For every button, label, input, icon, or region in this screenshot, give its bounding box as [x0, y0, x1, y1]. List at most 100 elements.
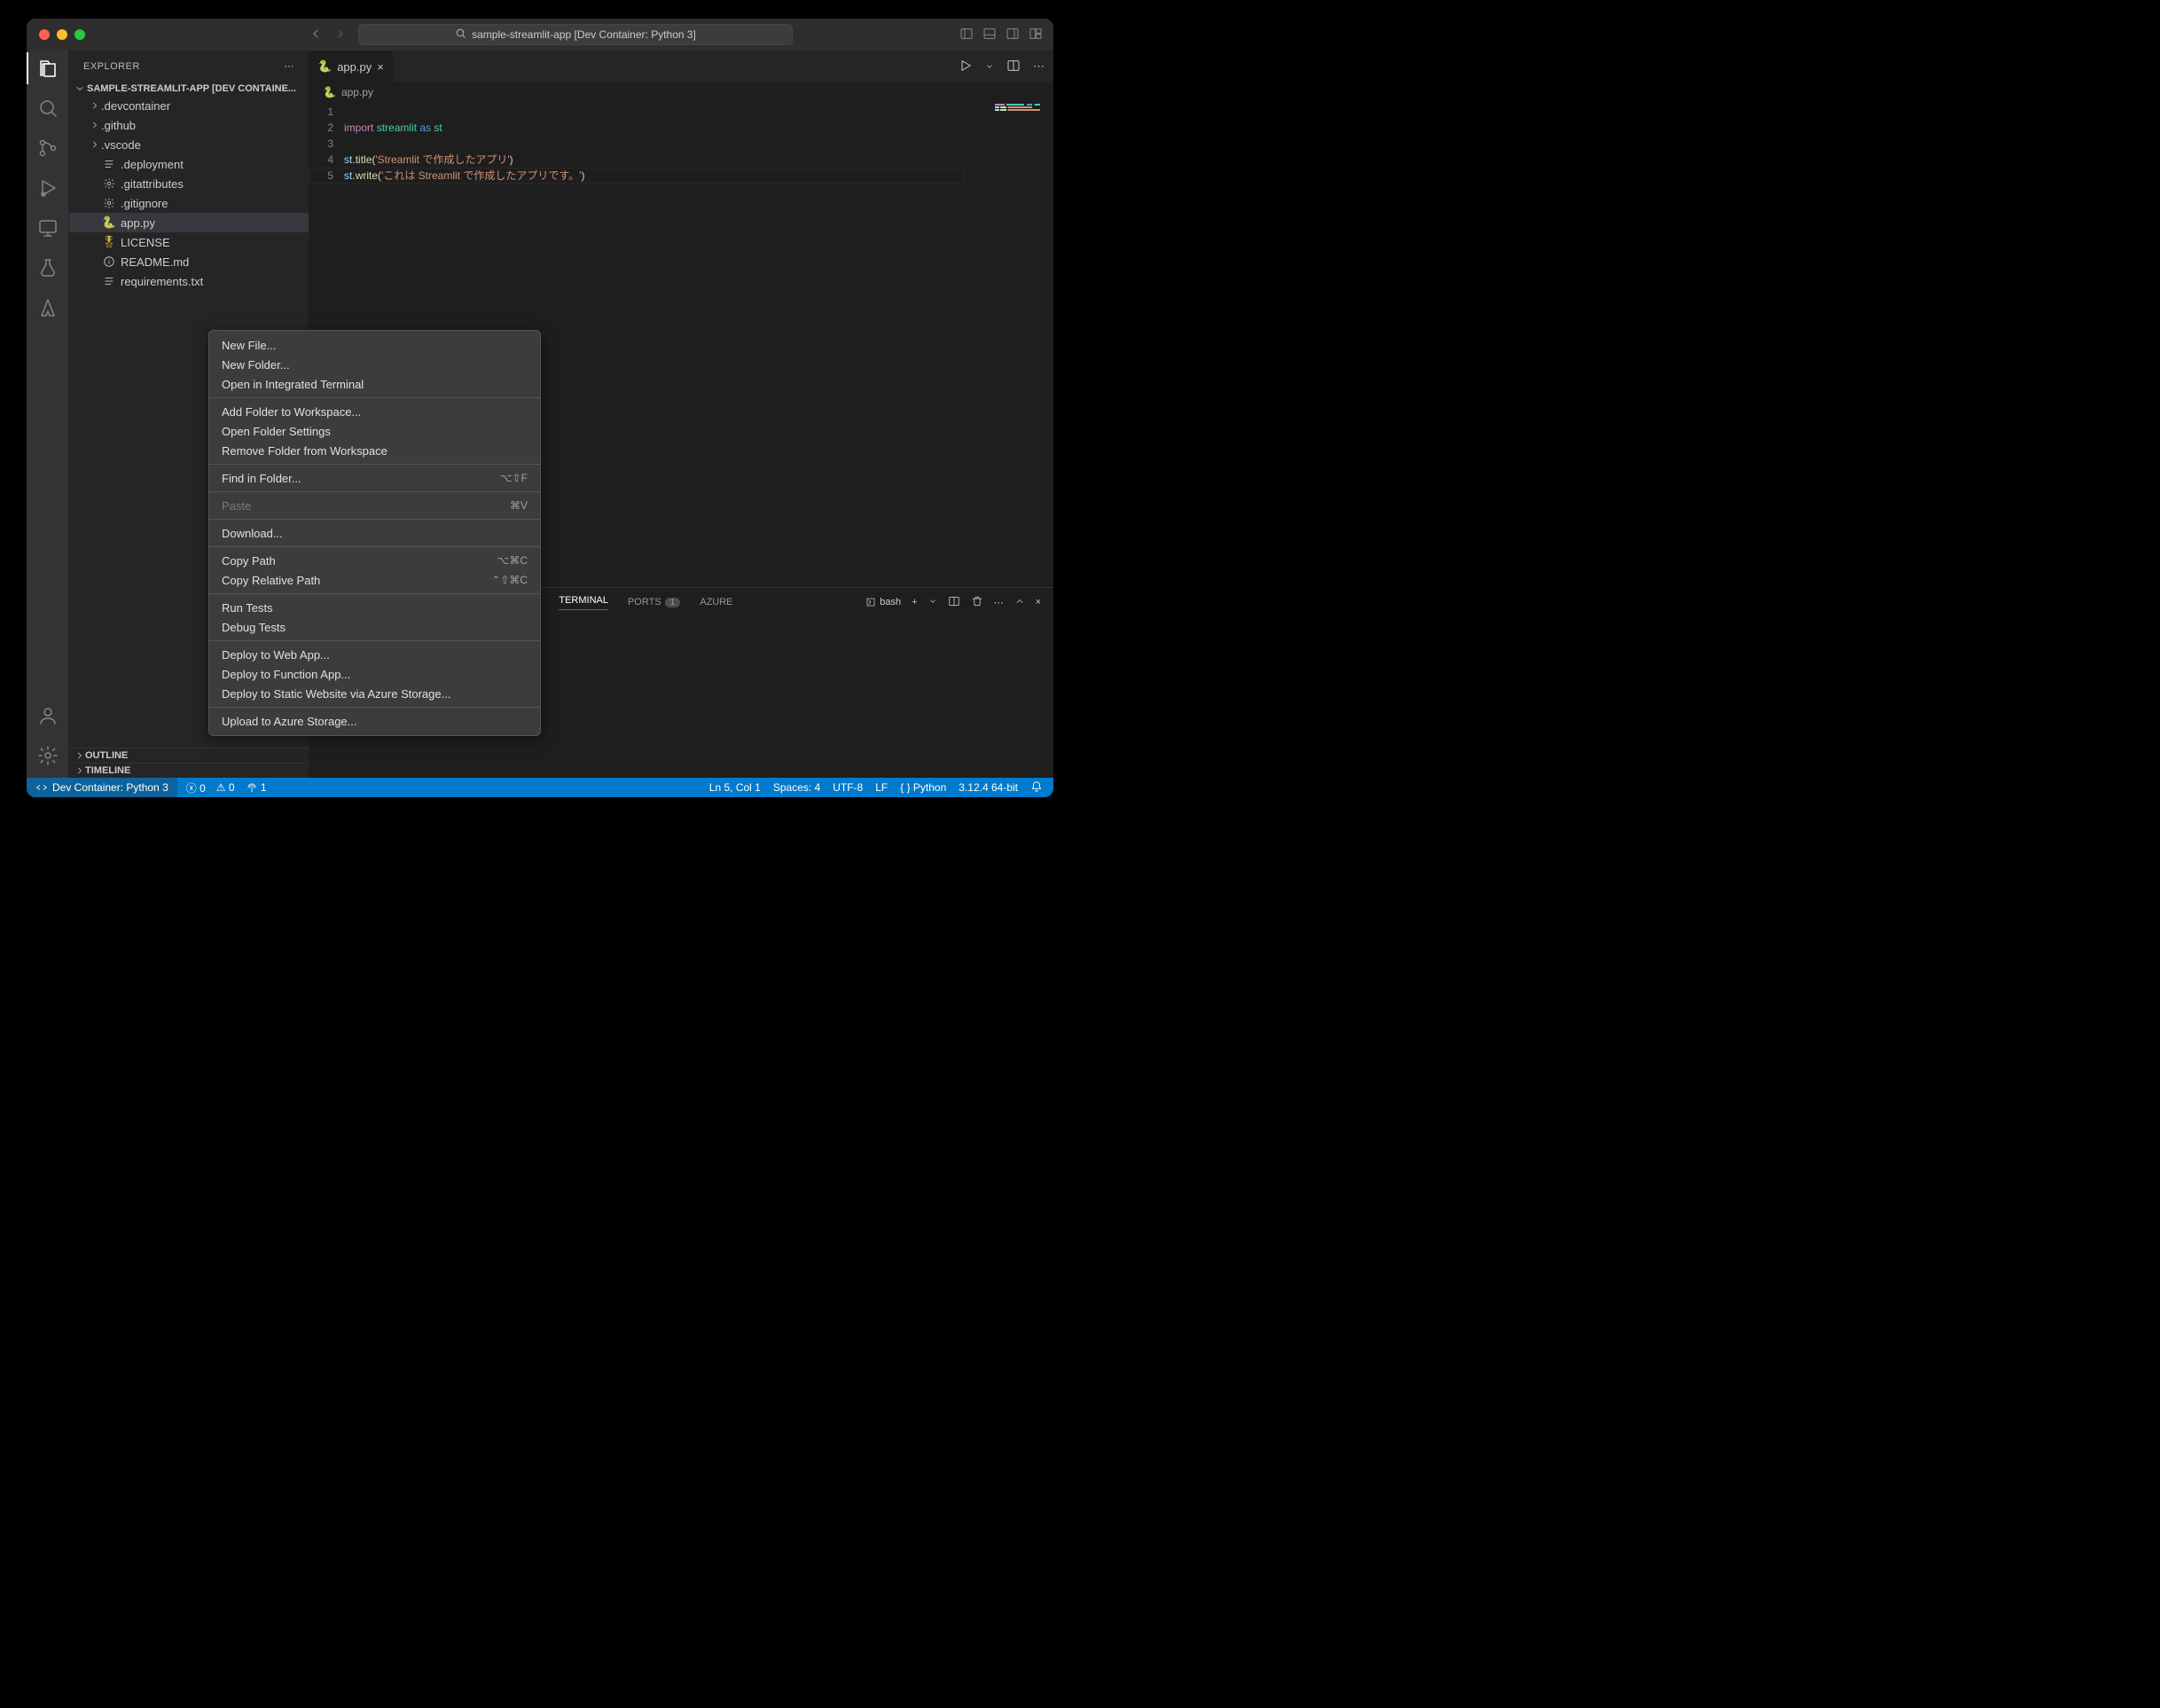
menu-item-deploy-to-web-app[interactable]: Deploy to Web App...: [209, 645, 540, 664]
file-item-app-py[interactable]: 🐍app.py: [69, 213, 309, 232]
file-item-LICENSE[interactable]: 🎖LICENSE: [69, 232, 309, 252]
python-icon: 🐍: [323, 86, 336, 98]
menu-item-remove-folder-from-workspace[interactable]: Remove Folder from Workspace: [209, 441, 540, 460]
menu-item-new-file[interactable]: New File...: [209, 335, 540, 355]
explorer-icon[interactable]: [37, 58, 59, 82]
menu-item-open-folder-settings[interactable]: Open Folder Settings: [209, 421, 540, 441]
file-label: README.md: [121, 255, 189, 269]
menu-item-paste: Paste⌘V: [209, 496, 540, 515]
minimize-window[interactable]: [57, 29, 67, 40]
file-icon: [101, 255, 117, 268]
notifications-icon[interactable]: [1030, 780, 1043, 795]
menu-item-download[interactable]: Download...: [209, 523, 540, 543]
remote-indicator[interactable]: Dev Container: Python 3: [27, 778, 177, 797]
context-menu: New File...New Folder...Open in Integrat…: [208, 330, 541, 736]
panel-tab-azure[interactable]: AZURE: [700, 597, 732, 607]
sidebar-title: EXPLORER: [83, 61, 140, 72]
layout-sidebar-left-icon[interactable]: [959, 27, 974, 43]
python-icon: 🐍: [317, 59, 332, 74]
file-label: .devcontainer: [101, 99, 170, 113]
close-window[interactable]: [39, 29, 50, 40]
maximize-window[interactable]: [74, 29, 85, 40]
azure-icon[interactable]: [37, 297, 59, 321]
language-mode[interactable]: { } Python: [900, 781, 946, 794]
command-center[interactable]: sample-streamlit-app [Dev Container: Pyt…: [358, 24, 793, 45]
ports-status[interactable]: 1: [246, 781, 267, 795]
menu-item-new-folder[interactable]: New Folder...: [209, 355, 540, 374]
menu-item-deploy-to-static-website-via-azure-storage[interactable]: Deploy to Static Website via Azure Stora…: [209, 684, 540, 703]
nav-buttons: [309, 27, 348, 43]
file-icon: 🐍: [101, 215, 117, 230]
timeline-section[interactable]: TIMELINE: [69, 763, 309, 778]
close-tab-icon[interactable]: ×: [377, 60, 384, 74]
panel-tab-ports[interactable]: PORTS1: [628, 597, 680, 607]
shell-icon: bash: [865, 597, 901, 607]
split-editor-icon[interactable]: [1006, 59, 1021, 75]
file-item-README-md[interactable]: README.md: [69, 252, 309, 271]
file-item--gitattributes[interactable]: .gitattributes: [69, 174, 309, 193]
layout-panel-icon[interactable]: [982, 27, 997, 43]
menu-item-run-tests[interactable]: Run Tests: [209, 598, 540, 617]
search-icon: [455, 27, 466, 42]
search-text: sample-streamlit-app [Dev Container: Pyt…: [472, 28, 696, 41]
terminal-dropdown-icon[interactable]: [928, 597, 937, 608]
source-control-icon[interactable]: [37, 137, 59, 161]
settings-gear-icon[interactable]: [37, 745, 59, 769]
search-activity-icon[interactable]: [37, 98, 59, 121]
new-terminal-icon[interactable]: +: [912, 597, 917, 607]
workspace-header[interactable]: SAMPLE-STREAMLIT-APP [DEV CONTAINE...: [69, 82, 309, 96]
nav-forward-icon[interactable]: [333, 27, 348, 43]
outline-section[interactable]: OUTLINE: [69, 748, 309, 763]
python-version[interactable]: 3.12.4 64-bit: [959, 781, 1018, 794]
menu-item-copy-path[interactable]: Copy Path⌥⌘C: [209, 551, 540, 570]
menu-item-deploy-to-function-app[interactable]: Deploy to Function App...: [209, 664, 540, 684]
menu-item-open-in-integrated-terminal[interactable]: Open in Integrated Terminal: [209, 374, 540, 394]
eol[interactable]: LF: [875, 781, 888, 794]
layout-sidebar-right-icon[interactable]: [1006, 27, 1020, 43]
file-icon: [101, 158, 117, 170]
menu-separator: [209, 397, 540, 398]
nav-back-icon[interactable]: [309, 27, 323, 43]
minimap[interactable]: [995, 104, 1048, 111]
menu-item-upload-to-azure-storage[interactable]: Upload to Azure Storage...: [209, 711, 540, 731]
ports-badge: 1: [665, 598, 681, 607]
more-actions-icon[interactable]: ⋯: [1033, 59, 1045, 74]
split-terminal-icon[interactable]: [948, 595, 960, 610]
accounts-icon[interactable]: [37, 705, 59, 729]
run-dropdown-icon[interactable]: [985, 60, 994, 74]
panel-tab-terminal[interactable]: TERMINAL: [559, 595, 608, 610]
close-panel-icon[interactable]: ×: [1036, 597, 1041, 607]
menu-item-add-folder-to-workspace[interactable]: Add Folder to Workspace...: [209, 402, 540, 421]
menu-separator: [209, 519, 540, 520]
more-icon[interactable]: ⋯: [285, 60, 295, 72]
file-label: .deployment: [121, 158, 184, 171]
maximize-panel-icon[interactable]: [1014, 596, 1025, 609]
file-item-requirements-txt[interactable]: requirements.txt: [69, 271, 309, 291]
errors-status[interactable]: ⓧ 0: [186, 780, 206, 795]
file-item--devcontainer[interactable]: .devcontainer: [69, 96, 309, 115]
cursor-position[interactable]: Ln 5, Col 1: [709, 781, 761, 794]
encoding[interactable]: UTF-8: [833, 781, 863, 794]
breadcrumb[interactable]: 🐍 app.py: [309, 82, 1053, 102]
file-label: .gitattributes: [121, 177, 184, 191]
file-label: .vscode: [101, 138, 141, 152]
menu-item-copy-relative-path[interactable]: Copy Relative Path⌃⇧⌘C: [209, 570, 540, 590]
menu-item-debug-tests[interactable]: Debug Tests: [209, 617, 540, 637]
indentation[interactable]: Spaces: 4: [773, 781, 820, 794]
warnings-status[interactable]: ⚠ 0: [216, 781, 235, 794]
run-icon[interactable]: [959, 59, 973, 75]
more-terminal-icon[interactable]: ⋯: [994, 597, 1004, 608]
file-item--deployment[interactable]: .deployment: [69, 154, 309, 174]
file-item--gitignore[interactable]: .gitignore: [69, 193, 309, 213]
editor-tab[interactable]: 🐍 app.py ×: [309, 51, 394, 82]
run-debug-icon[interactable]: [37, 177, 59, 201]
menu-item-find-in-folder[interactable]: Find in Folder...⌥⇧F: [209, 468, 540, 488]
kill-terminal-icon[interactable]: [971, 595, 983, 610]
remote-explorer-icon[interactable]: [37, 217, 59, 241]
testing-icon[interactable]: [37, 257, 59, 281]
window-controls: [39, 29, 85, 40]
file-item--github[interactable]: .github: [69, 115, 309, 135]
customize-layout-icon[interactable]: [1029, 27, 1043, 43]
file-item--vscode[interactable]: .vscode: [69, 135, 309, 154]
file-icon: [101, 177, 117, 190]
